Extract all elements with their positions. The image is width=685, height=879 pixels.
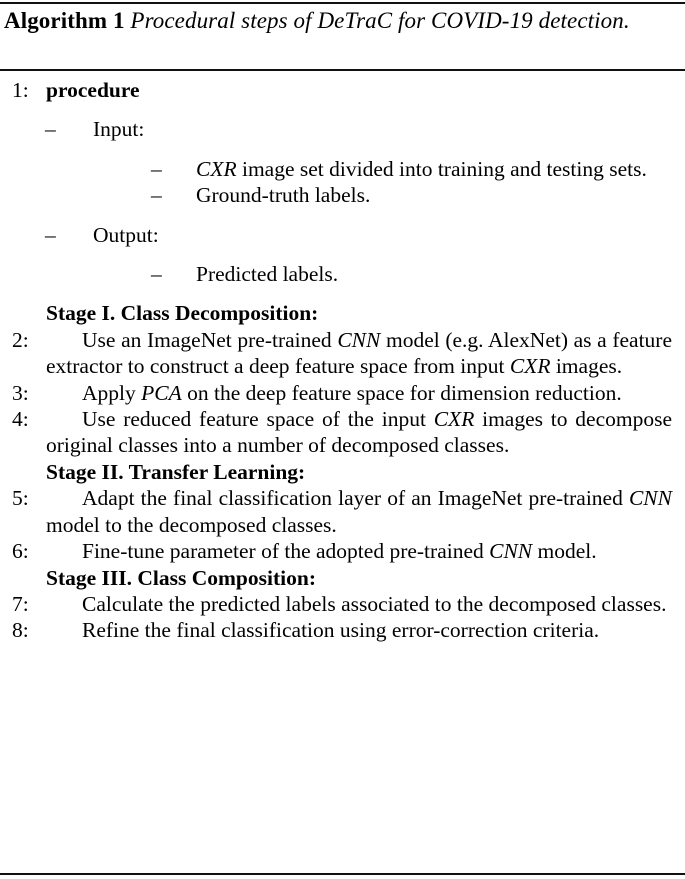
line-number-6: 6: (12, 539, 29, 564)
text-run-0: Fine-tune parameter of the adopted pre-t… (82, 539, 490, 564)
algorithm-figure: Algorithm 1 Procedural steps of DeTraC f… (0, 0, 685, 879)
algorithm-step-3: 3: Apply PCA on the deep feature space fo… (0, 380, 685, 406)
text-run-1: PCA (141, 380, 182, 405)
top-rule (0, 2, 685, 4)
text-run-2: on the deep feature space for dimension … (181, 380, 622, 405)
algorithm-body: 1: procedure – Input: – CXR image set divid… (0, 77, 685, 644)
input-item-labels: – Ground-truth labels. (0, 182, 685, 208)
dash-icon: – (45, 222, 56, 247)
text-run-2: model. (532, 539, 597, 564)
algorithm-step-4: 4: Use reduced feature space of the input… (0, 406, 685, 459)
dash-icon: – (151, 183, 162, 208)
line-number-2: 2: (12, 327, 29, 352)
text-run-1: CNN (628, 486, 672, 511)
text-run-1: CXR (433, 407, 475, 432)
text-run-0: Adapt the final classification layer of … (82, 486, 629, 511)
input-item-cxr: – CXR image set divided into training and… (0, 156, 685, 182)
algorithm-step-5: 5: Adapt the final classification layer o… (0, 485, 685, 538)
output-item-predicted-text: Predicted labels. (196, 262, 339, 287)
input-item-labels-text: Ground-truth labels. (196, 183, 371, 208)
text-run-2: model to the decomposed classes. (46, 512, 337, 537)
algorithm-step-6-text: Fine-tune parameter of the adopted pre-t… (82, 539, 597, 563)
stage-heading-3: Stage III. Class Composition: (46, 565, 316, 590)
input-label: Input: (93, 117, 145, 142)
algorithm-step-6: 6: Fine-tune parameter of the adopted pre… (0, 538, 685, 564)
procedure-keyword: procedure (46, 78, 140, 102)
output-block-label: – Output: (0, 222, 685, 248)
stage-heading-2: Stage II. Transfer Learning: (46, 459, 306, 484)
line-number-7: 7: (12, 591, 29, 616)
algorithm-step-2: 2: Use an ImageNet pre-trained CNN model … (0, 327, 685, 380)
text-run-3: CXR (509, 354, 551, 379)
dash-icon: – (45, 117, 56, 142)
algorithm-step-3-text: Apply PCA on the deep feature space for … (82, 381, 622, 405)
text-run-0: Apply (82, 380, 142, 405)
text-run-0: Refine the final classification using er… (82, 618, 600, 643)
algorithm-caption: Algorithm 1 Procedural steps of DeTraC f… (4, 6, 682, 36)
input-block-label: – Input: (0, 116, 685, 142)
algorithm-step-2-text: Use an ImageNet pre-trained CNN model (e… (46, 328, 672, 378)
algorithm-step-8-text: Refine the final classification using er… (82, 618, 599, 642)
algorithm-label: Algorithm 1 (4, 8, 125, 33)
text-run-0: Calculate the predicted labels associate… (82, 591, 667, 616)
algorithm-title: Procedural steps of DeTraC for COVID-19 … (130, 8, 630, 33)
algorithm-step-7-text: Calculate the predicted labels associate… (82, 592, 666, 616)
procedure-line: 1: procedure (0, 77, 685, 103)
input-item-cxr-text: image set divided into training and test… (236, 156, 647, 181)
text-run-0: Use reduced feature space of the input (82, 407, 434, 432)
algorithm-step-8: 8: Refine the final classification using … (0, 617, 685, 643)
text-run-1: CNN (489, 539, 533, 564)
input-item-cxr-emph: CXR (196, 156, 237, 181)
algorithm-step-5-text: Adapt the final classification layer of … (46, 486, 672, 536)
text-run-4: images. (550, 354, 623, 379)
output-label: Output: (93, 222, 159, 247)
caption-separator-rule (0, 69, 685, 71)
algorithm-step-7: 7: Calculate the predicted labels associa… (0, 591, 685, 617)
text-run-1: CNN (337, 327, 381, 352)
line-number-3: 3: (12, 380, 29, 405)
dash-icon: – (151, 156, 162, 181)
line-number-8: 8: (12, 618, 29, 643)
algorithm-step-4-text: Use reduced feature space of the input C… (46, 407, 672, 457)
dash-icon: – (151, 262, 162, 287)
line-number-4: 4: (12, 407, 29, 432)
line-number-5: 5: (12, 486, 29, 511)
output-item-predicted: – Predicted labels. (0, 261, 685, 287)
line-number-1: 1: (12, 78, 29, 102)
bottom-rule (0, 873, 685, 875)
text-run-0: Use an ImageNet pre-trained (82, 327, 338, 352)
stage-heading-1: Stage I. Class Decomposition: (46, 301, 319, 326)
